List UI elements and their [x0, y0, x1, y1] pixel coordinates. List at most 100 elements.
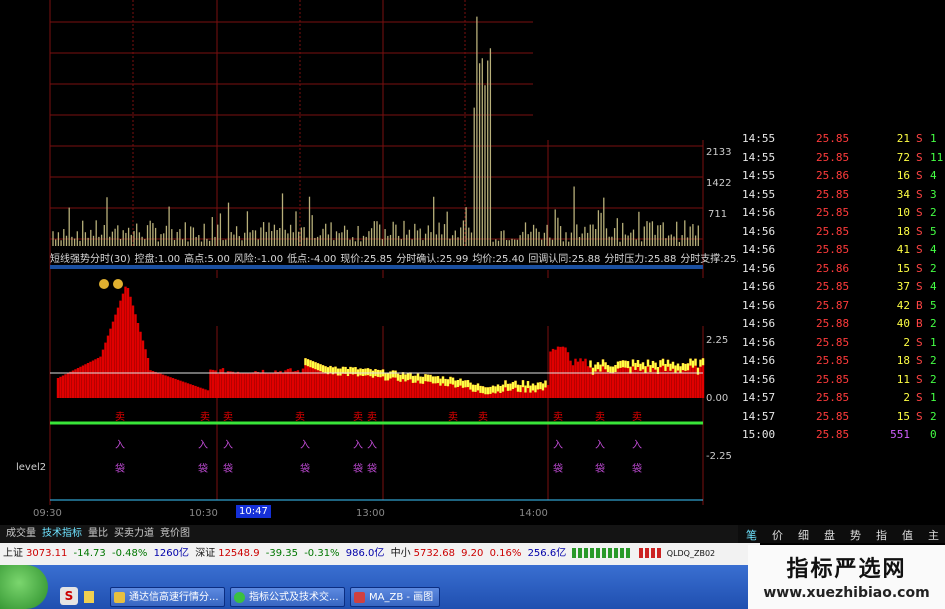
tick-side: S — [916, 150, 923, 164]
tick-row: 14:56 25.87 42 B 5 — [738, 299, 945, 317]
side-tab[interactable]: 价 — [772, 527, 783, 543]
start-button-icon[interactable] — [0, 565, 48, 609]
tick-price: 25.86 — [816, 261, 850, 275]
tab-buy-sell-force[interactable]: 买卖力道 — [114, 525, 154, 543]
tick-side: S — [916, 206, 923, 219]
tick-side: B — [916, 317, 923, 330]
tick-volume: 15 — [896, 261, 910, 275]
tick-time: 14:57 — [742, 391, 776, 404]
tick-volume: 18 — [896, 224, 910, 238]
side-tab[interactable]: 笔 — [746, 527, 757, 543]
buy-signal-bag: 袋 — [353, 462, 363, 475]
tick-row: 14:56 25.88 40 B 2 — [738, 317, 945, 335]
black-overlay — [146, 278, 738, 326]
sz-index-pct: -0.31% — [304, 548, 340, 559]
side-tab[interactable]: 指 — [876, 527, 887, 543]
zx-index-change: 9.20 — [461, 548, 484, 559]
taskbar-item-paint[interactable]: MA_ZB - 画图 — [350, 587, 440, 607]
side-tab[interactable]: 值 — [902, 527, 913, 543]
indicator-parameter-line: 短线强势分时(30) 控盘:1.00 高点:5.00 风险:-1.00 低点:-4.00… — [50, 250, 752, 265]
tick-volume: 551 — [890, 428, 910, 441]
watermark-title: 指标严选网 — [786, 557, 907, 582]
sell-signal: 卖 — [367, 411, 377, 423]
tick-row: 14:55 25.85 34 S 3 — [738, 188, 945, 206]
buy-signal: 入 — [353, 440, 363, 451]
marker-icon — [99, 279, 109, 289]
time-cursor-label[interactable]: 10:47 — [236, 505, 271, 518]
tick-detail-panel[interactable]: 14:55 25.85 21 S 1 14:55 25.85 72 S 11 14:55 25.86 1… — [738, 130, 945, 525]
tab-volume-ratio[interactable]: 量比 — [88, 525, 108, 543]
tick-side: S — [916, 335, 923, 349]
sell-signal: 卖 — [200, 411, 210, 423]
tick-time: 14:56 — [742, 243, 776, 256]
tick-side: S — [916, 409, 923, 423]
side-tab[interactable]: 主 — [928, 527, 939, 543]
tick-side: B — [916, 298, 923, 312]
side-tab[interactable]: 细 — [798, 527, 809, 543]
buy-signal-bag: 袋 — [198, 462, 208, 475]
indicator-item: 分时确认:25.99 — [396, 254, 469, 265]
indicator-name: 短线强势分时(30) — [50, 254, 131, 265]
tick-side: S — [916, 280, 923, 293]
tick-row: 14:56 25.85 10 S 2 — [738, 206, 945, 224]
tab-volume[interactable]: 成交量 — [6, 525, 36, 543]
tick-price: 25.87 — [816, 298, 850, 312]
sell-signal: 卖 — [295, 411, 305, 423]
tick-row: 14:55 25.85 72 S 11 — [738, 151, 945, 169]
buy-signal: 入 — [198, 440, 208, 451]
sz-index-label: 深证 — [195, 548, 216, 559]
buy-signal-bag: 袋 — [595, 462, 605, 475]
tick-price: 25.85 — [816, 132, 850, 145]
sell-signal: 卖 — [595, 411, 605, 423]
taskbar-item-formula[interactable]: 指标公式及技术交... — [230, 587, 345, 607]
volume-axis-label: 2133 — [706, 147, 732, 158]
buy-signal: 入 — [115, 440, 125, 451]
tick-count: 2 — [930, 409, 937, 423]
tick-volume: 11 — [896, 372, 910, 386]
buy-signal-bag: 袋 — [300, 462, 310, 475]
tick-count: 2 — [930, 372, 937, 386]
chart-bottom-tabs: 成交量 技术指标 量比 买卖力道 竞价图 — [0, 525, 738, 543]
tick-volume: 72 — [896, 150, 910, 164]
time-axis-label: 13:00 — [356, 508, 385, 519]
buy-signal: 入 — [632, 440, 642, 451]
buy-signal-bag: 袋 — [553, 462, 563, 475]
intraday-chart-area[interactable]: 卖卖卖卖卖卖卖卖卖卖卖入袋入袋入袋入袋入袋入袋入袋入袋入袋 短线强势分时(30)… — [0, 0, 752, 525]
tick-volume: 21 — [896, 132, 910, 145]
indicator-item: 分时压力:25.88 — [604, 254, 677, 265]
tick-volume: 2 — [903, 391, 910, 404]
sell-signal: 卖 — [632, 411, 642, 423]
tick-row: 14:56 25.85 41 S 4 — [738, 243, 945, 261]
buy-signal-bag: 袋 — [632, 462, 642, 475]
tick-volume: 42 — [896, 298, 910, 312]
sh-index-label: 上证 — [3, 548, 23, 559]
site-watermark: 指标严选网 www.xuezhibiao.com — [748, 545, 945, 609]
side-panel-tabs: 笔 价 细 盘 势 指 值 主 — [738, 525, 945, 543]
tick-volume: 41 — [896, 243, 910, 256]
tick-row: 14:56 25.85 11 S 2 — [738, 373, 945, 391]
indicator-axis-label: -2.25 — [706, 451, 732, 462]
tick-time: 14:56 — [742, 335, 776, 349]
panel-separator — [50, 265, 703, 269]
buy-signal: 入 — [223, 440, 233, 451]
tick-count: 5 — [930, 298, 937, 312]
tick-time: 14:56 — [742, 298, 776, 312]
indicator-item: 高点:5.00 — [184, 254, 230, 265]
folder-icon[interactable] — [84, 591, 94, 603]
tick-time: 14:57 — [742, 409, 776, 423]
tab-tech-indicator[interactable]: 技术指标 — [42, 525, 82, 543]
side-tab[interactable]: 势 — [850, 527, 861, 543]
taskbar-item-tdx[interactable]: 通达信高速行情分... — [110, 587, 225, 607]
taskbar-item-label: MA_ZB - 画图 — [369, 592, 434, 603]
sell-signal: 卖 — [478, 411, 488, 423]
tick-side: S — [916, 391, 923, 404]
tick-row: 14:56 25.85 37 S 4 — [738, 280, 945, 298]
side-tab[interactable]: 盘 — [824, 527, 835, 543]
tick-count: 11 — [930, 150, 944, 164]
tab-auction[interactable]: 竞价图 — [160, 525, 190, 543]
app-s-icon[interactable]: S — [60, 587, 78, 605]
tick-time: 14:56 — [742, 354, 776, 367]
tick-count: 1 — [930, 132, 937, 145]
tick-price: 25.85 — [816, 243, 850, 256]
tick-time: 14:56 — [742, 206, 776, 219]
